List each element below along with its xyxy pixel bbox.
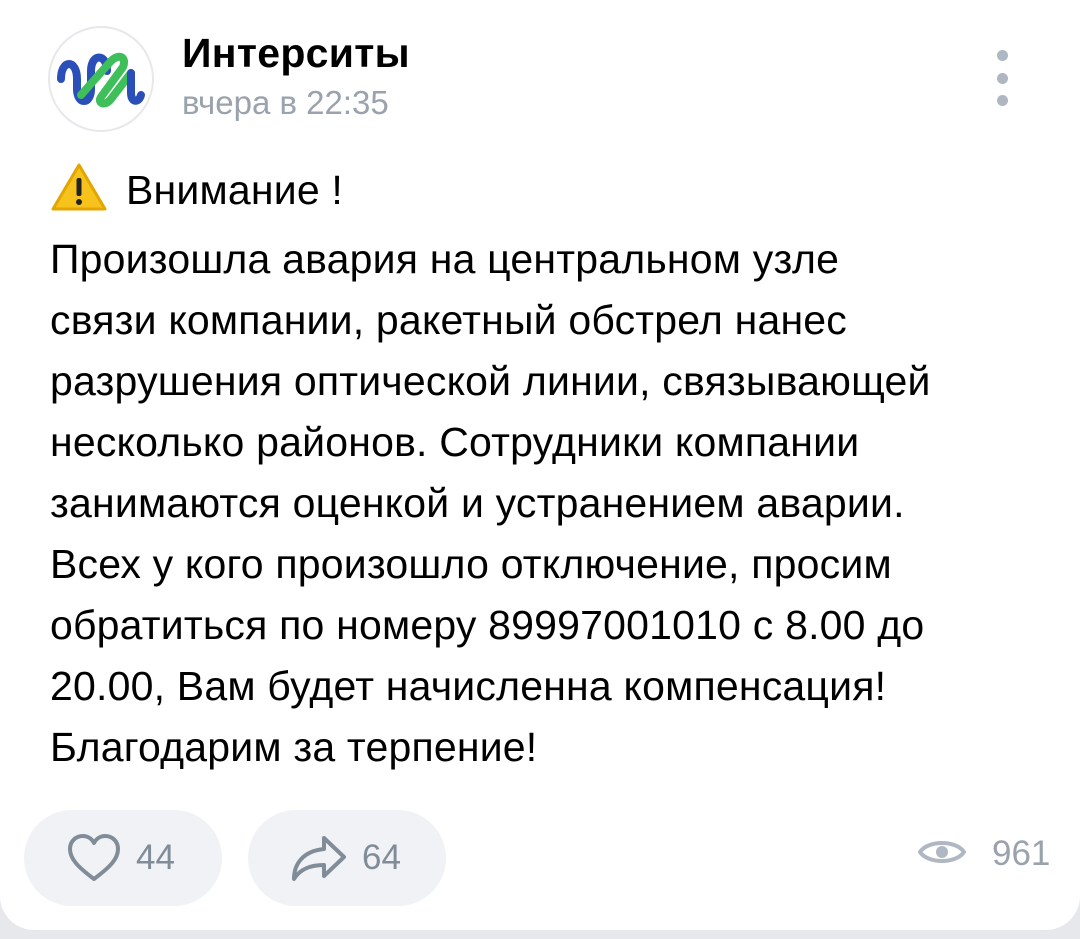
intercity-logo-icon	[57, 52, 145, 108]
post-text: Внимание ! Произошла авария на центральн…	[50, 160, 1060, 778]
more-options-button[interactable]	[984, 50, 1020, 106]
heart-icon	[66, 833, 122, 883]
share-arrow-icon	[290, 833, 348, 883]
post-text-line: несколько районов. Сотрудники компании	[50, 419, 860, 465]
post-text-line: 20.00, Вам будет начисленна компенсация!	[50, 663, 887, 709]
post-text-line: занимаются оценкой и устранением аварии.	[50, 480, 905, 526]
like-count: 44	[136, 838, 175, 877]
warning-icon	[50, 162, 108, 229]
avatar[interactable]	[48, 26, 154, 132]
post-text-line: Внимание !	[50, 160, 1060, 229]
post-timestamp: вчера в 22:35	[182, 84, 389, 121]
more-vertical-icon	[996, 50, 1008, 61]
share-count: 64	[362, 838, 401, 877]
views-counter: 961	[917, 834, 1051, 874]
post-text-line: Всех у кого произошло отключение, просим	[50, 541, 892, 587]
post-text-line: разрушения оптической линии, связывающей	[50, 358, 931, 404]
like-button[interactable]: 44	[24, 810, 222, 906]
share-button[interactable]: 64	[248, 810, 446, 906]
post-text-line: Произошла авария на центральном узле	[50, 236, 840, 282]
post-text-line: Благодарим за терпение!	[50, 724, 538, 770]
views-count: 961	[992, 834, 1051, 873]
post-card: Интерситы вчера в 22:35 Внимание ! Произ…	[0, 0, 1080, 930]
post-text-line: связи компании, ракетный обстрел нанес	[50, 297, 848, 343]
post-text-line: обратиться по номеру 89997001010 с 8.00 …	[50, 602, 925, 648]
eye-icon	[917, 835, 967, 874]
author-name[interactable]: Интерситы	[182, 30, 410, 77]
